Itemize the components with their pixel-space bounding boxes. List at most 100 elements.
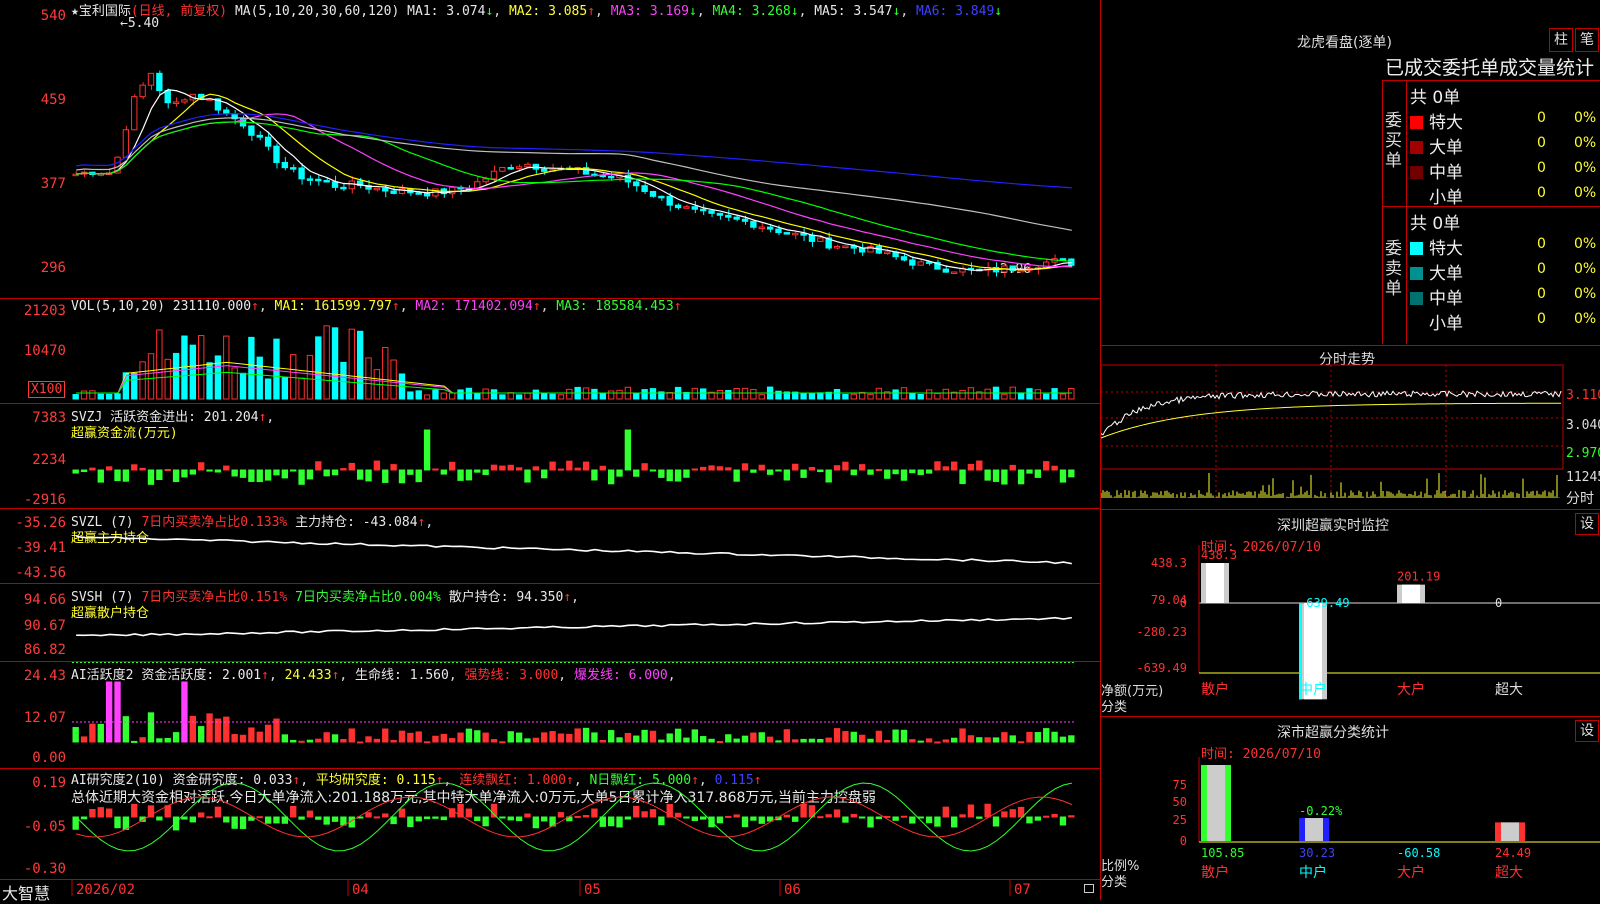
volume-bars[interactable]: [0, 299, 1100, 403]
activity-bar: [1009, 735, 1016, 743]
activity-bar: [758, 732, 765, 743]
tick-mode-button[interactable]: 笔: [1575, 28, 1599, 52]
volume-bar: [716, 390, 724, 400]
price-pane[interactable]: ★宝利国际(日线, 前复权) MA(5,10,20,30,60,120) MA1…: [0, 0, 1100, 299]
intraday-panel[interactable]: 分时走势 3.110 3.040 2.970 11245 分时: [1101, 346, 1600, 510]
fund-flow-bar: [507, 464, 514, 471]
activity-bar: [457, 732, 464, 743]
buy-row: 大单 0 0%: [1410, 133, 1600, 158]
lock-icon[interactable]: [1084, 884, 1094, 893]
research-bar: [206, 816, 213, 819]
sz-monitor-panel[interactable]: 深圳超赢实时监控 设 时间: 2026/07/10 净额(万元) 分类 438.…: [1101, 510, 1600, 717]
activity-bar: [725, 734, 732, 743]
fund-flow-bar: [1051, 465, 1058, 471]
bar-mode-button[interactable]: 柱: [1549, 28, 1573, 52]
research-bar: [382, 813, 389, 818]
date-axis[interactable]: 大智慧 2026/02 04 05 06 07: [0, 880, 1100, 903]
main-holding-line[interactable]: [0, 509, 1100, 583]
volume-bar: [750, 389, 757, 400]
candle-body: [700, 208, 707, 212]
fund-flow-bar: [147, 469, 155, 485]
fund-flow-bar: [591, 469, 598, 481]
candle-body: [641, 185, 648, 192]
buy-pct: 0%: [1574, 185, 1597, 201]
activity-bar: [331, 734, 339, 743]
activity-bar: [490, 739, 498, 743]
fund-flow-bar: [72, 469, 79, 474]
fund-flow-bar: [566, 460, 573, 471]
research-bar: [1051, 813, 1058, 818]
activity-bar: [532, 737, 540, 743]
fund-flow-bar: [390, 464, 397, 471]
sell-count: 0: [1537, 311, 1546, 327]
candle-body: [683, 206, 690, 209]
fund-flow-bar: [80, 469, 88, 473]
activity-bar: [959, 728, 966, 743]
activity-bar: [105, 681, 113, 743]
research-bar: [315, 816, 322, 820]
fund-flow-bar: [725, 467, 732, 471]
activity-bar: [189, 715, 196, 743]
activity-bar: [1017, 741, 1025, 744]
activity-bar: [842, 731, 849, 743]
buy-pct: 0%: [1574, 110, 1597, 126]
research-bar: [415, 816, 422, 822]
svzl-pane[interactable]: SVZL (7) 7日内买卖净占比0.133% 主力持仓: -43.084↑, …: [0, 509, 1100, 584]
activity-bar: [248, 727, 255, 743]
fund-flow-bars[interactable]: [0, 404, 1100, 508]
volume-bar: [1043, 393, 1050, 400]
intraday-chart[interactable]: [1101, 346, 1600, 509]
research-bar: [976, 816, 983, 819]
research-bar: [925, 816, 933, 824]
candle-body: [1017, 269, 1025, 273]
retail-holding-line[interactable]: [0, 584, 1100, 661]
class-stat-panel[interactable]: 深市超赢分类统计 设 时间: 2026/07/10 比例% 分类 75 50 25 0…: [1101, 717, 1600, 900]
fund-flow-bar: [373, 460, 381, 471]
sell-pct: 0%: [1574, 236, 1597, 252]
activity-bar: [1026, 731, 1033, 743]
sell-pct: 0%: [1574, 286, 1597, 302]
volume-bar: [524, 392, 531, 400]
candle-body: [515, 166, 523, 169]
candle-body: [449, 186, 456, 195]
sz-net-bars[interactable]: 438.379.040-280.23-639.49438.3散户-639.49中…: [1101, 510, 1600, 716]
candle-body: [900, 256, 908, 261]
svsh-pane[interactable]: SVSH (7) 7日内买卖净占比0.151% 7日内买卖净占比0.004% 散…: [0, 584, 1100, 662]
volume-bar: [599, 393, 606, 400]
research-bar: [892, 816, 899, 821]
activity-bar: [607, 730, 615, 743]
volume-pane[interactable]: VOL(5,10,20) 231110.000↑, MA1: 161599.79…: [0, 299, 1100, 404]
svzj-pane[interactable]: SVZJ 活跃资金进出: 201.204↑, 超赢资金流(万元) 7383 22…: [0, 404, 1100, 509]
volume-bar: [775, 390, 782, 400]
fund-flow-bar: [97, 469, 104, 483]
volume-bar: [348, 328, 355, 400]
ai-activity-bars[interactable]: [0, 662, 1100, 768]
fund-flow-bar: [666, 469, 673, 482]
ai2-pane[interactable]: AI研究度2(10) 资金研究度: 0.033↑, 平均研究度: 0.115↑,…: [0, 769, 1100, 880]
candle-body: [674, 204, 682, 209]
volume-bar: [808, 393, 816, 400]
activity-bar: [72, 727, 79, 743]
volume-bar: [407, 391, 414, 400]
class-ratio-bars[interactable]: 75 50 25 0 105.85 散户 30.23 -0.22% 中户 -60.58 大户 24.4…: [1101, 717, 1600, 900]
activity-bar: [633, 735, 640, 743]
research-bar: [97, 807, 104, 818]
fund-flow-bar: [683, 469, 690, 478]
activity-bar: [616, 737, 623, 743]
buy-row: 中单 0 0%: [1410, 158, 1600, 183]
research-bar: [331, 816, 339, 822]
activity-bar: [741, 735, 749, 743]
activity-bar: [440, 733, 447, 743]
activity-bar: [80, 736, 88, 743]
activity-bar: [340, 738, 347, 743]
sz-bar-highlight: [1206, 563, 1224, 603]
ai1-pane[interactable]: AI活跃度2 资金活跃度: 2.001↑, 24.433↑, 生命线: 1.56…: [0, 662, 1100, 769]
candle-body: [507, 166, 514, 170]
fund-flow-bar: [331, 469, 339, 476]
activity-bar: [515, 732, 523, 743]
sell-pct: 0%: [1574, 311, 1597, 327]
candlestick-chart[interactable]: [0, 0, 1100, 298]
research-bar: [942, 806, 950, 818]
candle-body: [172, 101, 180, 104]
ai-research-bars[interactable]: [0, 769, 1100, 879]
